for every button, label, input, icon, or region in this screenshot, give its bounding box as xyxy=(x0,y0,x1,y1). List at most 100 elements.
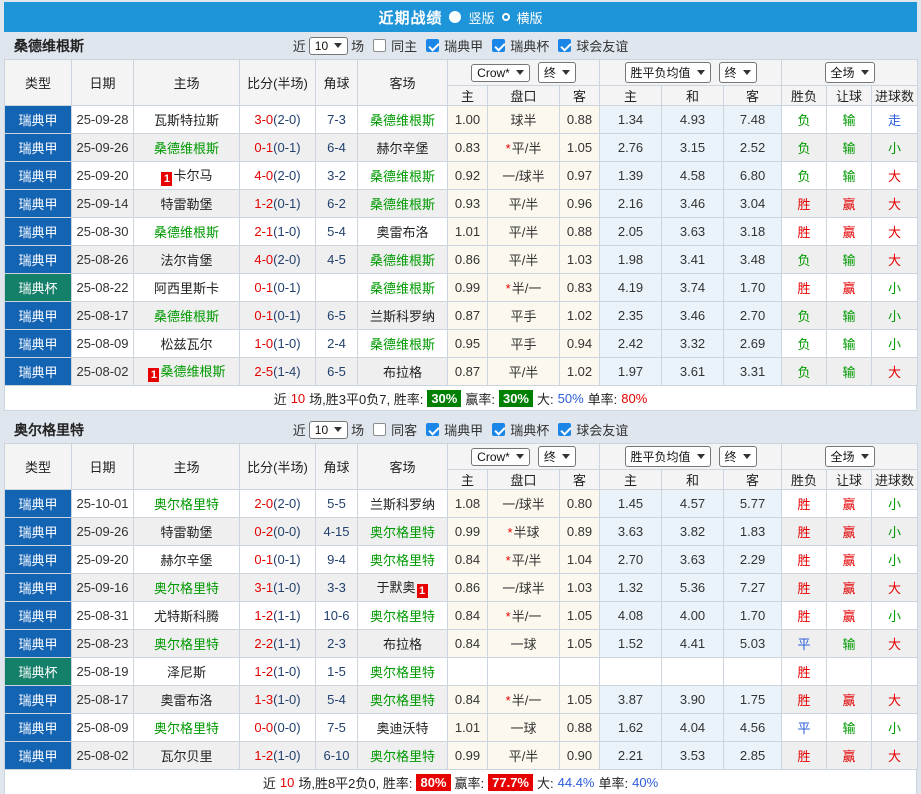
team-link[interactable]: 兰斯科罗纳 xyxy=(370,309,435,324)
league-allsvenskan-label[interactable]: 瑞典甲 xyxy=(444,420,483,439)
team-link[interactable]: 奥尔格里特 xyxy=(370,665,435,680)
team-link[interactable]: 桑德维根斯 xyxy=(370,113,435,128)
team-link[interactable]: 瓦尔贝里 xyxy=(160,749,212,764)
same-venue-checkbox[interactable] xyxy=(373,39,386,52)
score-cell[interactable]: 0-2(0-0) xyxy=(240,518,316,546)
vertical-layout-label[interactable]: 竖版 xyxy=(468,8,494,27)
vertical-layout-radio[interactable] xyxy=(449,11,461,23)
team-link[interactable]: 桑德维根斯 xyxy=(370,197,435,212)
team-link[interactable]: 桑德维根斯 xyxy=(154,225,219,240)
horizontal-layout-radio[interactable] xyxy=(502,13,510,21)
team-link[interactable]: 奥尔格里特 xyxy=(154,721,219,736)
team-link[interactable]: 桑德维根斯 xyxy=(370,253,435,268)
team-link[interactable]: 奥尔格里特 xyxy=(370,693,435,708)
same-venue-label[interactable]: 同主 xyxy=(391,36,417,55)
team-link[interactable]: 奥雷布洛 xyxy=(376,225,428,240)
same-venue-label[interactable]: 同客 xyxy=(391,420,417,439)
friendly-checkbox[interactable] xyxy=(558,39,571,52)
score-cell[interactable]: 2-1(1-0) xyxy=(240,218,316,246)
team-link[interactable]: 奥尔格里特 xyxy=(154,581,219,596)
score-cell[interactable]: 3-1(1-0) xyxy=(240,574,316,602)
home-odds-cell: 0.99 xyxy=(448,274,488,302)
score-cell[interactable]: 0-1(0-1) xyxy=(240,274,316,302)
odds-source-select[interactable]: Crow* xyxy=(471,64,530,82)
home-team-cell: 桑德维根斯 xyxy=(134,134,240,162)
score-cell[interactable]: 1-2(0-1) xyxy=(240,190,316,218)
friendly-checkbox[interactable] xyxy=(558,423,571,436)
team-link[interactable]: 桑德维根斯 xyxy=(154,141,219,156)
cup-checkbox[interactable] xyxy=(492,39,505,52)
team-link[interactable]: 布拉格 xyxy=(383,637,422,652)
team-link[interactable]: 赫尔辛堡 xyxy=(376,141,428,156)
league-allsvenskan-checkbox[interactable] xyxy=(426,423,439,436)
match-row: 瑞典甲25-08-26法尔肯堡4-0(2-0)4-5桑德维根斯0.86平/半1.… xyxy=(5,246,918,274)
score-cell[interactable]: 1-2(1-0) xyxy=(240,742,316,770)
score-cell[interactable]: 0-0(0-0) xyxy=(240,714,316,742)
chevron-down-icon xyxy=(562,454,570,459)
score-cell[interactable]: 1-3(1-0) xyxy=(240,686,316,714)
score-cell[interactable]: 4-0(2-0) xyxy=(240,162,316,190)
score-cell[interactable]: 1-0(1-0) xyxy=(240,330,316,358)
team-link[interactable]: 于默奥 xyxy=(376,580,415,595)
score-cell[interactable]: 0-1(0-1) xyxy=(240,546,316,574)
full-match-select[interactable]: 全场 xyxy=(825,446,875,467)
wdl-stage-select[interactable]: 终 xyxy=(719,62,757,83)
match-count-select[interactable]: 10 xyxy=(309,421,348,439)
team-link[interactable]: 桑德维根斯 xyxy=(160,364,225,379)
team-link[interactable]: 奥迪沃特 xyxy=(376,721,428,736)
score-cell[interactable]: 4-0(2-0) xyxy=(240,246,316,274)
league-allsvenskan-checkbox[interactable] xyxy=(426,39,439,52)
score-cell[interactable]: 2-5(1-4) xyxy=(240,358,316,386)
odds-stage-select[interactable]: 终 xyxy=(538,62,576,83)
team-link[interactable]: 布拉格 xyxy=(383,365,422,380)
team-link[interactable]: 特雷勒堡 xyxy=(160,525,212,540)
team-link[interactable]: 奥雷布洛 xyxy=(160,693,212,708)
team-link[interactable]: 桑德维根斯 xyxy=(154,309,219,324)
wdl-source-select[interactable]: 胜平负均值 xyxy=(625,446,711,467)
team-link[interactable]: 兰斯科罗纳 xyxy=(370,497,435,512)
team-link[interactable]: 卡尔马 xyxy=(173,168,212,183)
team-link[interactable]: 法尔肯堡 xyxy=(160,253,212,268)
full-match-select[interactable]: 全场 xyxy=(825,62,875,83)
team-link[interactable]: 赫尔辛堡 xyxy=(160,553,212,568)
cup-label[interactable]: 瑞典杯 xyxy=(510,420,549,439)
score-cell[interactable]: 0-1(0-1) xyxy=(240,302,316,330)
horizontal-layout-label[interactable]: 横版 xyxy=(517,8,543,27)
team-link[interactable]: 奥尔格里特 xyxy=(370,609,435,624)
team-link[interactable]: 奥尔格里特 xyxy=(154,497,219,512)
cup-checkbox[interactable] xyxy=(492,423,505,436)
team-link[interactable]: 泽尼斯 xyxy=(167,665,206,680)
handicap-result-cell: 赢 xyxy=(827,274,872,302)
score-cell[interactable]: 2-0(2-0) xyxy=(240,490,316,518)
team-link[interactable]: 奥尔格里特 xyxy=(370,749,435,764)
team-link[interactable]: 桑德维根斯 xyxy=(370,169,435,184)
team-link[interactable]: 奥尔格里特 xyxy=(370,553,435,568)
score-cell[interactable]: 0-1(0-1) xyxy=(240,134,316,162)
wdl-stage-select[interactable]: 终 xyxy=(719,446,757,467)
same-venue-checkbox[interactable] xyxy=(373,423,386,436)
score-cell[interactable]: 1-2(1-0) xyxy=(240,658,316,686)
wdl-source-select[interactable]: 胜平负均值 xyxy=(625,62,711,83)
score-cell[interactable]: 3-0(2-0) xyxy=(240,106,316,134)
odds-source-select[interactable]: Crow* xyxy=(471,448,530,466)
team-link[interactable]: 瓦斯特拉斯 xyxy=(154,113,219,128)
cup-label[interactable]: 瑞典杯 xyxy=(510,36,549,55)
friendly-label[interactable]: 球会友谊 xyxy=(576,420,628,439)
team-link[interactable]: 阿西里斯卡 xyxy=(154,281,219,296)
draw-avg-cell: 3.63 xyxy=(662,546,724,574)
league-allsvenskan-label[interactable]: 瑞典甲 xyxy=(444,36,483,55)
team-link[interactable]: 桑德维根斯 xyxy=(370,281,435,296)
match-count-select[interactable]: 10 xyxy=(309,37,348,55)
team-link[interactable]: 尤特斯科腾 xyxy=(154,609,219,624)
odds-stage-select[interactable]: 终 xyxy=(538,446,576,467)
friendly-label[interactable]: 球会友谊 xyxy=(576,36,628,55)
team-link[interactable]: 松兹瓦尔 xyxy=(160,337,212,352)
team-link[interactable]: 奥尔格里特 xyxy=(370,525,435,540)
score-cell[interactable]: 1-2(1-1) xyxy=(240,602,316,630)
team-link[interactable]: 特雷勒堡 xyxy=(160,197,212,212)
team-link[interactable]: 奥尔格里特 xyxy=(154,637,219,652)
team-link[interactable]: 桑德维根斯 xyxy=(370,337,435,352)
league-type-cell: 瑞典杯 xyxy=(5,658,72,686)
draw-avg-cell: 3.15 xyxy=(662,134,724,162)
score-cell[interactable]: 2-2(1-1) xyxy=(240,630,316,658)
